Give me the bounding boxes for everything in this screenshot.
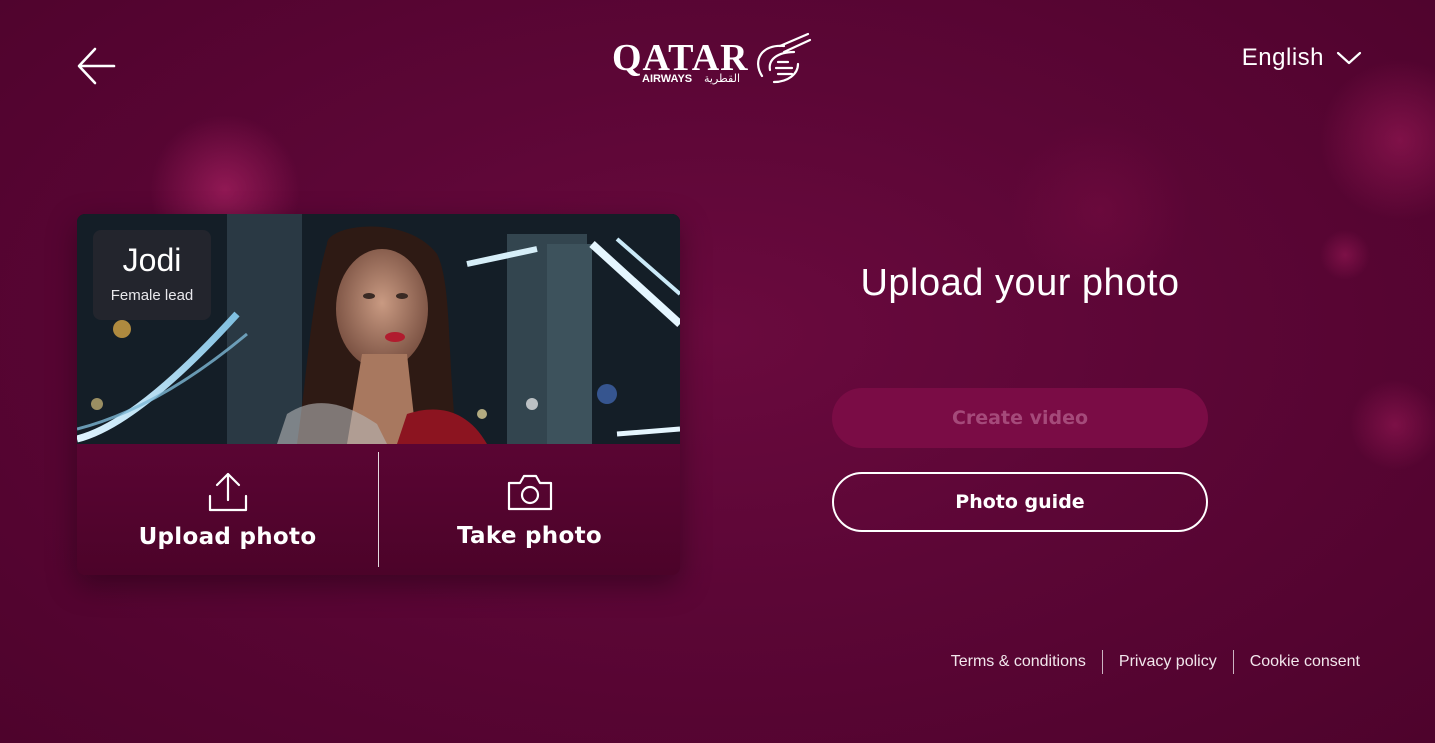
- chevron-down-icon: [1336, 51, 1362, 65]
- oryx-emblem: [757, 32, 812, 84]
- language-label: English: [1241, 44, 1324, 71]
- upload-photo-button[interactable]: Upload photo: [77, 444, 378, 575]
- upload-photo-label: Upload photo: [138, 523, 317, 550]
- take-photo-button[interactable]: Take photo: [379, 444, 680, 575]
- back-button[interactable]: [76, 45, 118, 87]
- create-video-button[interactable]: Create video: [832, 388, 1208, 448]
- upload-icon: [208, 472, 247, 511]
- photo-actions: Upload photo Take photo: [77, 444, 680, 575]
- take-photo-label: Take photo: [457, 522, 602, 549]
- photo-guide-button[interactable]: Photo guide: [832, 472, 1208, 532]
- character-name: Jodi: [122, 242, 182, 278]
- privacy-link[interactable]: Privacy policy: [1103, 653, 1233, 671]
- logo-sub-text: AIRWAYS: [642, 73, 692, 85]
- page-title: Upload your photo: [860, 262, 1180, 304]
- language-selector[interactable]: English: [1242, 44, 1362, 72]
- arrow-left-icon: [77, 47, 116, 85]
- photo-guide-label: Photo guide: [955, 491, 1085, 513]
- footer-links: Terms & conditions Privacy policy Cookie…: [935, 650, 1360, 674]
- character-badge: Jodi Female lead: [93, 230, 211, 320]
- cookie-consent-link[interactable]: Cookie consent: [1234, 653, 1360, 671]
- character-card: Jodi Female lead Upload photo Take photo: [77, 214, 680, 575]
- terms-link[interactable]: Terms & conditions: [935, 653, 1102, 671]
- create-video-label: Create video: [951, 407, 1089, 429]
- character-role: Female lead: [110, 287, 194, 304]
- camera-icon: [507, 474, 552, 510]
- logo-arabic-text: القطرية: [704, 72, 740, 85]
- character-preview-image: Jodi Female lead: [77, 214, 680, 444]
- qatar-airways-logo: QATAR AIRWAYS القطرية: [612, 30, 812, 86]
